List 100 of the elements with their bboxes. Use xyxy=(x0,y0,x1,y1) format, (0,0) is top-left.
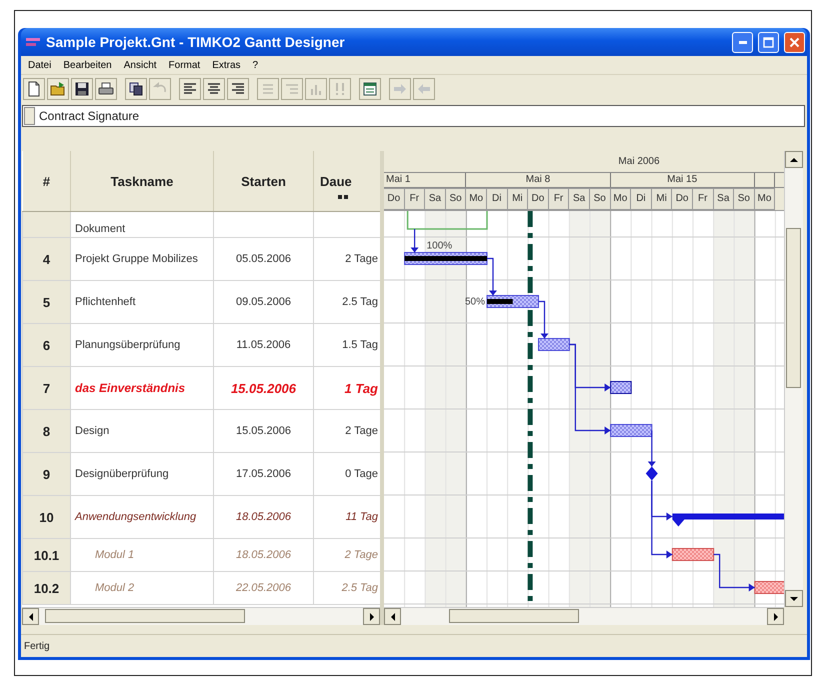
toolbar-button[interactable] xyxy=(23,78,45,100)
toolbar-button[interactable] xyxy=(125,78,147,100)
day-label: Sa xyxy=(569,188,590,210)
table-cell: 05.05.2006 xyxy=(214,238,314,280)
connector-arrow xyxy=(648,430,656,466)
toolbar-button[interactable] xyxy=(71,78,93,100)
day-label: So xyxy=(446,188,466,210)
table-cell: 22.05.2006 xyxy=(214,572,314,604)
row-number: 8 xyxy=(22,410,70,452)
row-number: 5 xyxy=(22,280,70,324)
table-cell: 18.05.2006 xyxy=(214,538,314,572)
day-label: So xyxy=(590,188,611,210)
scroll-right-button[interactable] xyxy=(767,608,784,625)
align-left-icon xyxy=(182,81,198,97)
percent-label: 50% xyxy=(464,296,485,308)
day-label: Mi xyxy=(652,188,672,210)
row-number: 10.2 xyxy=(22,572,70,604)
menu-item[interactable]: Format xyxy=(162,60,206,70)
scroll-thumb[interactable] xyxy=(786,228,801,388)
task-bar xyxy=(672,548,714,561)
toolbar-button[interactable] xyxy=(95,78,117,100)
column-header[interactable]: # xyxy=(22,151,70,212)
window-title: Sample Projekt.Gnt - TIMKO2 Gantt Designer xyxy=(46,34,346,50)
toolbar-button[interactable] xyxy=(359,78,381,100)
task-bar xyxy=(754,581,784,594)
menu-item[interactable]: ? xyxy=(246,60,264,70)
table-cell: 11.05.2006 xyxy=(214,324,314,366)
scroll-down-button[interactable] xyxy=(785,590,803,607)
day-label: Do xyxy=(528,188,549,210)
column-header[interactable]: Starten xyxy=(214,151,314,212)
table-cell: das Einverständnis xyxy=(70,366,214,410)
menu-item[interactable]: Datei xyxy=(22,60,58,70)
task-bar xyxy=(610,424,652,437)
day-label: Do xyxy=(672,188,693,210)
table-cell: 09.05.2006 xyxy=(214,280,314,324)
menu-item[interactable]: Extras xyxy=(206,60,247,70)
row-number: 4 xyxy=(22,238,70,280)
row-marker xyxy=(24,107,35,125)
column-header[interactable]: Daue xyxy=(320,174,352,188)
week-label: Mai 1 xyxy=(384,173,466,187)
row-number: 7 xyxy=(22,366,70,410)
day-label: Di xyxy=(486,188,508,210)
table-cell: Modul 1 xyxy=(70,538,214,572)
table-cell: Projekt Gruppe Mobilizes xyxy=(70,238,214,280)
connector-arrow xyxy=(410,229,419,252)
input-field[interactable]: Contract Signature xyxy=(22,105,805,127)
copy-icon xyxy=(128,81,144,97)
day-label: Mo xyxy=(610,188,632,210)
toolbar-button[interactable] xyxy=(227,78,249,100)
folder-icon xyxy=(50,81,66,97)
table-cell: Design xyxy=(70,410,214,452)
day-label: Di xyxy=(631,188,652,210)
table-cell: 17.05.2006 xyxy=(214,452,314,496)
scroll-thumb[interactable] xyxy=(449,609,579,623)
milestone-marker xyxy=(646,466,658,480)
toolbar-button[interactable] xyxy=(203,78,225,100)
menu-item[interactable]: Bearbeiten xyxy=(57,60,118,70)
close-icon xyxy=(789,36,800,48)
status-text: Fertig xyxy=(24,640,50,652)
maximize-icon xyxy=(763,36,774,48)
week-label: Mai 8 xyxy=(466,173,611,187)
printer-icon xyxy=(98,81,114,97)
task-bar xyxy=(538,338,570,351)
table-cell: 15.05.2006 xyxy=(214,410,314,452)
table-cell: Modul 2 xyxy=(70,572,214,604)
scroll-right-button[interactable] xyxy=(363,608,380,625)
maximize-button[interactable] xyxy=(758,32,779,52)
minimize-icon xyxy=(738,40,746,44)
close-button[interactable] xyxy=(784,32,805,52)
scroll-up-button[interactable] xyxy=(785,151,803,168)
table-cell: 15.05.2006 xyxy=(214,366,314,410)
month-label: Mai 2006 xyxy=(384,151,784,173)
day-label: Fr xyxy=(404,188,426,210)
connector-arrow xyxy=(487,258,497,296)
day-label: So xyxy=(734,188,755,210)
row-number: 6 xyxy=(22,324,70,366)
day-label: Mo xyxy=(754,188,776,210)
day-label: Fr xyxy=(548,188,570,210)
day-label: Fr xyxy=(692,188,714,210)
day-label: Sa xyxy=(425,188,446,210)
scroll-thumb[interactable] xyxy=(45,609,245,623)
table-cell: Anwendungsentwicklung xyxy=(70,496,214,538)
toolbar-button[interactable] xyxy=(47,78,69,100)
connector-arrow xyxy=(538,300,548,338)
row-number: 9 xyxy=(22,452,70,496)
column-header[interactable]: Taskname xyxy=(70,151,214,212)
minimize-button[interactable] xyxy=(732,32,753,52)
week-label: Mai 15 xyxy=(610,173,755,187)
scroll-left-button[interactable] xyxy=(384,608,401,625)
page-icon xyxy=(26,81,42,97)
toolbar-button[interactable] xyxy=(179,78,201,100)
table-cell: 18.05.2006 xyxy=(214,496,314,538)
grip-icon xyxy=(338,195,348,200)
table-cell: Dokument xyxy=(70,212,214,238)
task-bar xyxy=(610,381,632,394)
row-number: 10 xyxy=(22,496,70,538)
menu-item[interactable]: Ansicht xyxy=(118,60,163,70)
day-label: Do xyxy=(384,188,405,210)
scroll-left-button[interactable] xyxy=(22,608,39,625)
align-right-icon xyxy=(230,81,246,97)
